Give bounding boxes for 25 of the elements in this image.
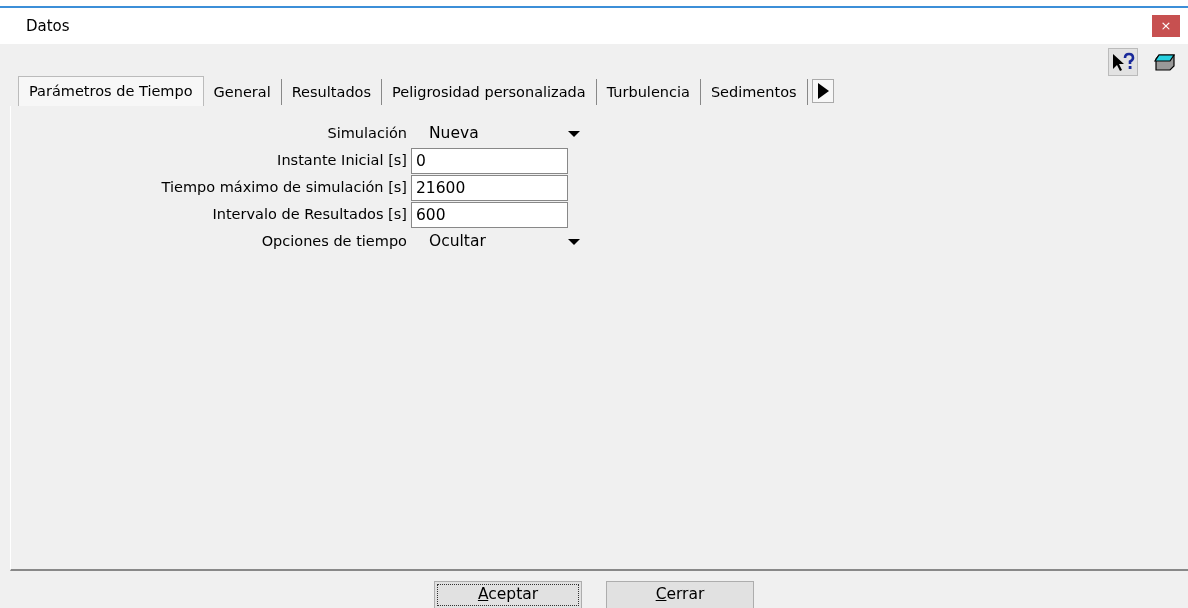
tab-scroll-right-button[interactable] <box>811 79 834 103</box>
input-field[interactable]: 21600 <box>411 174 568 201</box>
dropdown-caret-icon[interactable] <box>568 130 580 137</box>
input-field[interactable]: 0 <box>411 147 568 174</box>
close-button[interactable]: × <box>1152 15 1180 37</box>
help-cursor-icon[interactable] <box>1108 48 1138 76</box>
tab[interactable]: Parámetros de Tiempo <box>18 76 204 106</box>
right-arrow-icon <box>816 83 829 99</box>
window-title: Datos <box>26 15 70 37</box>
dialog-button[interactable]: Cerrar <box>606 581 754 608</box>
tab[interactable]: Peligrosidad personalizada <box>382 79 597 105</box>
tab[interactable]: Sedimentos <box>700 79 808 105</box>
tab[interactable]: Resultados <box>281 79 382 105</box>
tab[interactable]: Turbulencia <box>596 79 701 105</box>
field-label: Tiempo máximo de simulación [s] <box>160 177 408 197</box>
field-label: Intervalo de Resultados [s] <box>211 204 408 224</box>
field-label: Opciones de tiempo <box>260 231 408 251</box>
dropdown-value[interactable]: Nueva <box>411 121 568 146</box>
field-label: Simulación <box>326 123 408 143</box>
dropdown-value[interactable]: Ocultar <box>411 229 568 254</box>
input-field[interactable]: 600 <box>411 201 568 228</box>
tab[interactable]: General <box>203 79 282 105</box>
dialog-button[interactable]: Aceptar <box>434 581 582 608</box>
field-label: Instante Inicial [s] <box>276 150 408 170</box>
dropdown-caret-icon[interactable] <box>568 238 580 245</box>
